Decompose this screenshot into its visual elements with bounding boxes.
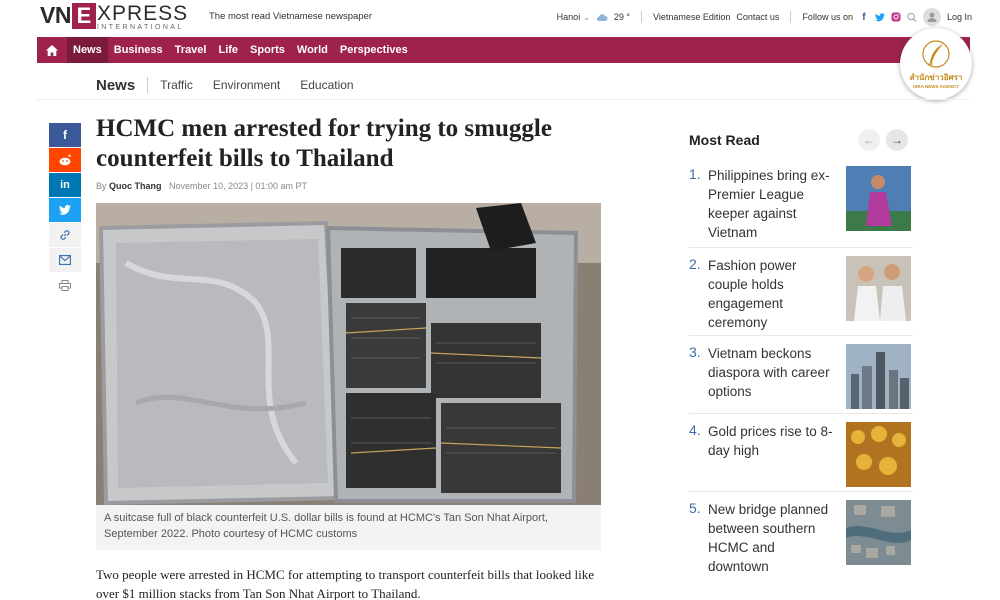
linkedin-icon[interactable]: in <box>49 173 81 197</box>
reddit-icon[interactable] <box>49 148 81 172</box>
list-item[interactable]: 4. Gold prices rise to 8-day high <box>689 414 913 492</box>
nav-item-news[interactable]: News <box>67 37 108 63</box>
item-number: 4. <box>689 422 701 438</box>
sub-nav: News Traffic Environment Education <box>96 74 374 96</box>
article-photo <box>96 203 601 505</box>
most-read-title: Most Read <box>689 132 760 148</box>
print-icon[interactable] <box>49 273 81 297</box>
most-read-list: 1. Philippines bring ex-Premier League k… <box>689 158 913 582</box>
publish-date: November 10, 2023 | 01:00 am PT <box>169 181 307 191</box>
isra-news-badge: สำนักข่าวอิศรา ISRA NEWS AGENCY <box>900 28 972 100</box>
photo-caption: A suitcase full of black counterfeit U.S… <box>96 505 601 550</box>
subnav-divider <box>37 99 970 100</box>
user-avatar-icon[interactable] <box>922 8 941 26</box>
nav-item-sports[interactable]: Sports <box>244 37 291 63</box>
search-icon[interactable] <box>907 12 917 22</box>
item-number: 5. <box>689 500 701 516</box>
email-icon[interactable] <box>49 248 81 272</box>
logo-international: INTERNATIONAL <box>96 24 184 31</box>
city-selector[interactable]: Hanoi ⌄ <box>557 12 590 22</box>
list-item[interactable]: 1. Philippines bring ex-Premier League k… <box>689 158 913 248</box>
item-thumbnail[interactable] <box>846 256 911 321</box>
logo-e: E <box>71 3 96 29</box>
edition-link[interactable]: Vietnamese Edition <box>653 12 730 22</box>
item-thumbnail[interactable] <box>846 344 911 409</box>
cloud-icon <box>596 13 608 22</box>
link-icon[interactable] <box>49 223 81 247</box>
subnav-traffic[interactable]: Traffic <box>160 78 193 92</box>
item-headline[interactable]: Vietnam beckons diaspora with career opt… <box>708 344 838 401</box>
divider <box>790 11 792 23</box>
arrow-right-icon[interactable]: → <box>886 129 908 151</box>
article-title: HCMC men arrested for trying to smuggle … <box>96 115 552 172</box>
item-number: 2. <box>689 256 701 272</box>
facebook-icon[interactable]: f <box>49 123 81 147</box>
temperature: 29 ° <box>613 12 631 22</box>
contact-link[interactable]: Contact us <box>736 12 779 22</box>
list-item[interactable]: 2. Fashion power couple holds engagement… <box>689 248 913 336</box>
byline-prefix: By <box>96 181 107 191</box>
item-headline[interactable]: Gold prices rise to 8-day high <box>708 422 838 460</box>
nav-item-life[interactable]: Life <box>212 37 244 63</box>
vnexpress-logo[interactable]: VN E XPRESS INTERNATIONAL <box>40 3 188 31</box>
nav-item-world[interactable]: World <box>291 37 334 63</box>
list-item[interactable]: 3. Vietnam beckons diaspora with career … <box>689 336 913 414</box>
logo-xpress: XPRESS <box>96 2 189 25</box>
main-nav: News Business Travel Life Sports World P… <box>37 37 970 63</box>
nav-item-business[interactable]: Business <box>108 37 169 63</box>
arrow-left-icon[interactable]: ← <box>858 129 880 151</box>
item-thumbnail[interactable] <box>846 500 911 565</box>
item-number: 3. <box>689 344 701 360</box>
list-item[interactable]: 5. New bridge planned between southern H… <box>689 492 913 582</box>
most-read-arrows: ← → <box>858 129 908 151</box>
login-link[interactable]: Log In <box>947 12 972 22</box>
share-rail: f in <box>49 123 81 298</box>
item-thumbnail[interactable] <box>846 422 911 487</box>
city-label: Hanoi <box>556 12 581 22</box>
logo-xpress-block: XPRESS INTERNATIONAL <box>97 3 188 31</box>
home-icon[interactable] <box>37 37 67 63</box>
twitter-icon[interactable] <box>49 198 81 222</box>
facebook-icon[interactable]: f <box>859 12 869 23</box>
article-lead: Two people were arrested in HCMC for att… <box>96 567 595 600</box>
instagram-icon[interactable] <box>891 12 901 22</box>
subnav-education[interactable]: Education <box>300 78 353 92</box>
top-bar: VN E XPRESS INTERNATIONAL The most read … <box>0 0 1000 36</box>
divider <box>641 11 643 23</box>
badge-english-text: ISRA NEWS AGENCY <box>913 84 959 89</box>
author-name[interactable]: Quoc Thang <box>109 181 162 191</box>
nav-item-perspectives[interactable]: Perspectives <box>334 37 414 63</box>
divider <box>147 77 149 93</box>
twitter-icon[interactable] <box>874 12 885 22</box>
item-headline[interactable]: New bridge planned between southern HCMC… <box>708 500 838 576</box>
byline: By Quoc Thang November 10, 2023 | 01:00 … <box>96 181 307 191</box>
quill-pen-icon <box>922 40 950 68</box>
top-right-tools: Hanoi ⌄ 29 ° Vietnamese Edition Contact … <box>557 8 972 26</box>
item-number: 1. <box>689 166 701 182</box>
tagline: The most read Vietnamese newspaper <box>209 11 372 22</box>
badge-thai-text: สำนักข่าวอิศรา <box>909 73 963 82</box>
item-thumbnail[interactable] <box>846 166 911 231</box>
item-headline[interactable]: Philippines bring ex-Premier League keep… <box>708 166 838 242</box>
nav-item-travel[interactable]: Travel <box>169 37 213 63</box>
subnav-environment[interactable]: Environment <box>213 78 280 92</box>
follow-label: Follow us on <box>802 12 853 22</box>
subnav-current[interactable]: News <box>96 77 135 94</box>
chevron-down-icon: ⌄ <box>583 12 590 22</box>
item-headline[interactable]: Fashion power couple holds engagement ce… <box>708 256 838 332</box>
logo-vn: VN <box>40 2 71 28</box>
